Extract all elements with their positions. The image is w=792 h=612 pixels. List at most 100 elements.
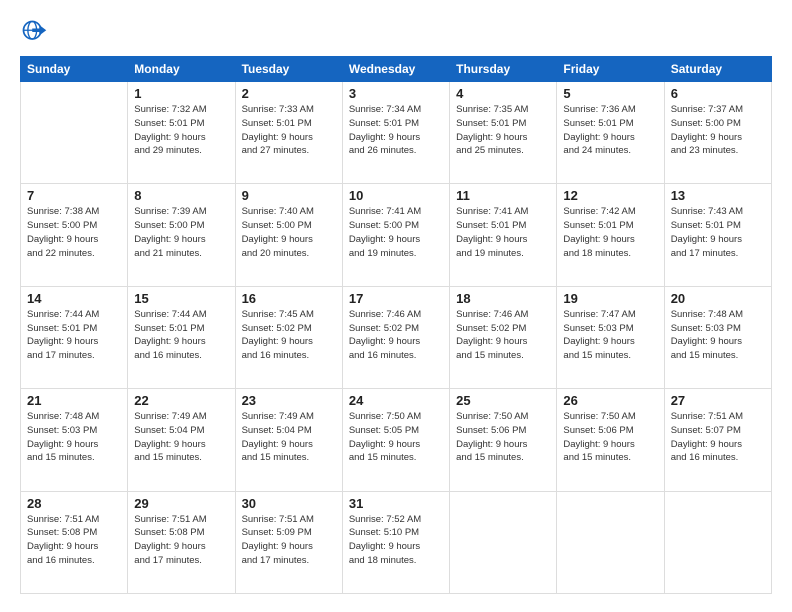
day-number: 20: [671, 291, 765, 306]
week-row-4: 21Sunrise: 7:48 AM Sunset: 5:03 PM Dayli…: [21, 389, 772, 491]
weekday-row: SundayMondayTuesdayWednesdayThursdayFrid…: [21, 57, 772, 82]
day-detail: Sunrise: 7:49 AM Sunset: 5:04 PM Dayligh…: [134, 410, 228, 465]
calendar-cell: 7 Sunrise: 7:38 AM Sunset: 5:00 PM Daylig…: [21, 184, 128, 286]
day-detail: Sunrise: 7:45 AM Sunset: 5:02 PM Dayligh…: [242, 308, 336, 363]
weekday-header-thursday: Thursday: [450, 57, 557, 82]
day-detail: Sunrise: 7:33 AM Sunset: 5:01 PM Dayligh…: [242, 103, 336, 158]
weekday-header-wednesday: Wednesday: [342, 57, 449, 82]
day-detail: Sunrise: 7:34 AM Sunset: 5:01 PM Dayligh…: [349, 103, 443, 158]
calendar-cell: 2 Sunrise: 7:33 AM Sunset: 5:01 PM Daylig…: [235, 82, 342, 184]
calendar-cell: 18Sunrise: 7:46 AM Sunset: 5:02 PM Dayli…: [450, 286, 557, 388]
day-number: 1: [134, 86, 228, 101]
day-number: 23: [242, 393, 336, 408]
logo: [20, 18, 52, 46]
weekday-header-friday: Friday: [557, 57, 664, 82]
calendar-cell: 24 Sunrise: 7:50 AM Sunset: 5:05 PM Dayli…: [342, 389, 449, 491]
day-detail: Sunrise: 7:51 AM Sunset: 5:09 PM Dayligh…: [242, 513, 336, 568]
calendar-cell: 30Sunrise: 7:51 AM Sunset: 5:09 PM Dayli…: [235, 491, 342, 593]
day-number: 8: [134, 188, 228, 203]
day-number: 9: [242, 188, 336, 203]
day-detail: Sunrise: 7:51 AM Sunset: 5:08 PM Dayligh…: [27, 513, 121, 568]
day-number: 10: [349, 188, 443, 203]
day-detail: Sunrise: 7:35 AM Sunset: 5:01 PM Dayligh…: [456, 103, 550, 158]
day-number: 2: [242, 86, 336, 101]
day-number: 4: [456, 86, 550, 101]
day-detail: Sunrise: 7:39 AM Sunset: 5:00 PM Dayligh…: [134, 205, 228, 260]
day-detail: Sunrise: 7:41 AM Sunset: 5:01 PM Dayligh…: [456, 205, 550, 260]
weekday-header-sunday: Sunday: [21, 57, 128, 82]
calendar-body: 1 Sunrise: 7:32 AM Sunset: 5:01 PM Daylig…: [21, 82, 772, 594]
calendar-cell: 23 Sunrise: 7:49 AM Sunset: 5:04 PM Dayli…: [235, 389, 342, 491]
day-detail: Sunrise: 7:50 AM Sunset: 5:06 PM Dayligh…: [456, 410, 550, 465]
calendar-cell: 5 Sunrise: 7:36 AM Sunset: 5:01 PM Daylig…: [557, 82, 664, 184]
calendar-cell: 6 Sunrise: 7:37 AM Sunset: 5:00 PM Daylig…: [664, 82, 771, 184]
weekday-header-saturday: Saturday: [664, 57, 771, 82]
day-detail: Sunrise: 7:50 AM Sunset: 5:05 PM Dayligh…: [349, 410, 443, 465]
day-number: 12: [563, 188, 657, 203]
day-detail: Sunrise: 7:38 AM Sunset: 5:00 PM Dayligh…: [27, 205, 121, 260]
calendar-cell: 22 Sunrise: 7:49 AM Sunset: 5:04 PM Dayli…: [128, 389, 235, 491]
day-number: 11: [456, 188, 550, 203]
week-row-3: 14 Sunrise: 7:44 AM Sunset: 5:01 PM Dayli…: [21, 286, 772, 388]
day-number: 19: [563, 291, 657, 306]
calendar-cell: 19 Sunrise: 7:47 AM Sunset: 5:03 PM Dayli…: [557, 286, 664, 388]
day-number: 24: [349, 393, 443, 408]
day-detail: Sunrise: 7:51 AM Sunset: 5:07 PM Dayligh…: [671, 410, 765, 465]
day-detail: Sunrise: 7:36 AM Sunset: 5:01 PM Dayligh…: [563, 103, 657, 158]
calendar-cell: 4 Sunrise: 7:35 AM Sunset: 5:01 PM Daylig…: [450, 82, 557, 184]
day-number: 3: [349, 86, 443, 101]
day-detail: Sunrise: 7:41 AM Sunset: 5:00 PM Dayligh…: [349, 205, 443, 260]
day-number: 25: [456, 393, 550, 408]
calendar-cell: 13 Sunrise: 7:43 AM Sunset: 5:01 PM Dayli…: [664, 184, 771, 286]
day-detail: Sunrise: 7:48 AM Sunset: 5:03 PM Dayligh…: [671, 308, 765, 363]
day-number: 27: [671, 393, 765, 408]
week-row-5: 28 Sunrise: 7:51 AM Sunset: 5:08 PM Dayli…: [21, 491, 772, 593]
day-number: 18: [456, 291, 550, 306]
calendar: SundayMondayTuesdayWednesdayThursdayFrid…: [20, 56, 772, 594]
weekday-header-monday: Monday: [128, 57, 235, 82]
week-row-2: 7 Sunrise: 7:38 AM Sunset: 5:00 PM Daylig…: [21, 184, 772, 286]
day-number: 16: [242, 291, 336, 306]
day-number: 6: [671, 86, 765, 101]
weekday-header-tuesday: Tuesday: [235, 57, 342, 82]
calendar-cell: 29Sunrise: 7:51 AM Sunset: 5:08 PM Dayli…: [128, 491, 235, 593]
day-detail: Sunrise: 7:46 AM Sunset: 5:02 PM Dayligh…: [349, 308, 443, 363]
calendar-cell: 25 Sunrise: 7:50 AM Sunset: 5:06 PM Dayli…: [450, 389, 557, 491]
calendar-cell: [664, 491, 771, 593]
day-detail: Sunrise: 7:40 AM Sunset: 5:00 PM Dayligh…: [242, 205, 336, 260]
day-detail: Sunrise: 7:47 AM Sunset: 5:03 PM Dayligh…: [563, 308, 657, 363]
calendar-cell: 20 Sunrise: 7:48 AM Sunset: 5:03 PM Dayli…: [664, 286, 771, 388]
calendar-cell: 3 Sunrise: 7:34 AM Sunset: 5:01 PM Daylig…: [342, 82, 449, 184]
calendar-cell: 16 Sunrise: 7:45 AM Sunset: 5:02 PM Dayli…: [235, 286, 342, 388]
day-number: 31: [349, 496, 443, 511]
day-number: 13: [671, 188, 765, 203]
day-number: 22: [134, 393, 228, 408]
calendar-cell: 31Sunrise: 7:52 AM Sunset: 5:10 PM Dayli…: [342, 491, 449, 593]
calendar-cell: 12 Sunrise: 7:42 AM Sunset: 5:01 PM Dayli…: [557, 184, 664, 286]
day-number: 28: [27, 496, 121, 511]
day-number: 26: [563, 393, 657, 408]
day-number: 17: [349, 291, 443, 306]
calendar-cell: 28 Sunrise: 7:51 AM Sunset: 5:08 PM Dayli…: [21, 491, 128, 593]
day-detail: Sunrise: 7:32 AM Sunset: 5:01 PM Dayligh…: [134, 103, 228, 158]
calendar-cell: 21Sunrise: 7:48 AM Sunset: 5:03 PM Dayli…: [21, 389, 128, 491]
day-detail: Sunrise: 7:37 AM Sunset: 5:00 PM Dayligh…: [671, 103, 765, 158]
calendar-cell: 11 Sunrise: 7:41 AM Sunset: 5:01 PM Dayli…: [450, 184, 557, 286]
day-number: 14: [27, 291, 121, 306]
calendar-cell: 17 Sunrise: 7:46 AM Sunset: 5:02 PM Dayli…: [342, 286, 449, 388]
day-detail: Sunrise: 7:49 AM Sunset: 5:04 PM Dayligh…: [242, 410, 336, 465]
week-row-1: 1 Sunrise: 7:32 AM Sunset: 5:01 PM Daylig…: [21, 82, 772, 184]
day-detail: Sunrise: 7:51 AM Sunset: 5:08 PM Dayligh…: [134, 513, 228, 568]
day-number: 7: [27, 188, 121, 203]
calendar-cell: 9 Sunrise: 7:40 AM Sunset: 5:00 PM Daylig…: [235, 184, 342, 286]
day-detail: Sunrise: 7:42 AM Sunset: 5:01 PM Dayligh…: [563, 205, 657, 260]
day-number: 5: [563, 86, 657, 101]
calendar-cell: 1 Sunrise: 7:32 AM Sunset: 5:01 PM Daylig…: [128, 82, 235, 184]
day-detail: Sunrise: 7:43 AM Sunset: 5:01 PM Dayligh…: [671, 205, 765, 260]
calendar-cell: [21, 82, 128, 184]
calendar-cell: 8 Sunrise: 7:39 AM Sunset: 5:00 PM Daylig…: [128, 184, 235, 286]
calendar-cell: [450, 491, 557, 593]
calendar-cell: [557, 491, 664, 593]
day-detail: Sunrise: 7:48 AM Sunset: 5:03 PM Dayligh…: [27, 410, 121, 465]
day-detail: Sunrise: 7:44 AM Sunset: 5:01 PM Dayligh…: [27, 308, 121, 363]
